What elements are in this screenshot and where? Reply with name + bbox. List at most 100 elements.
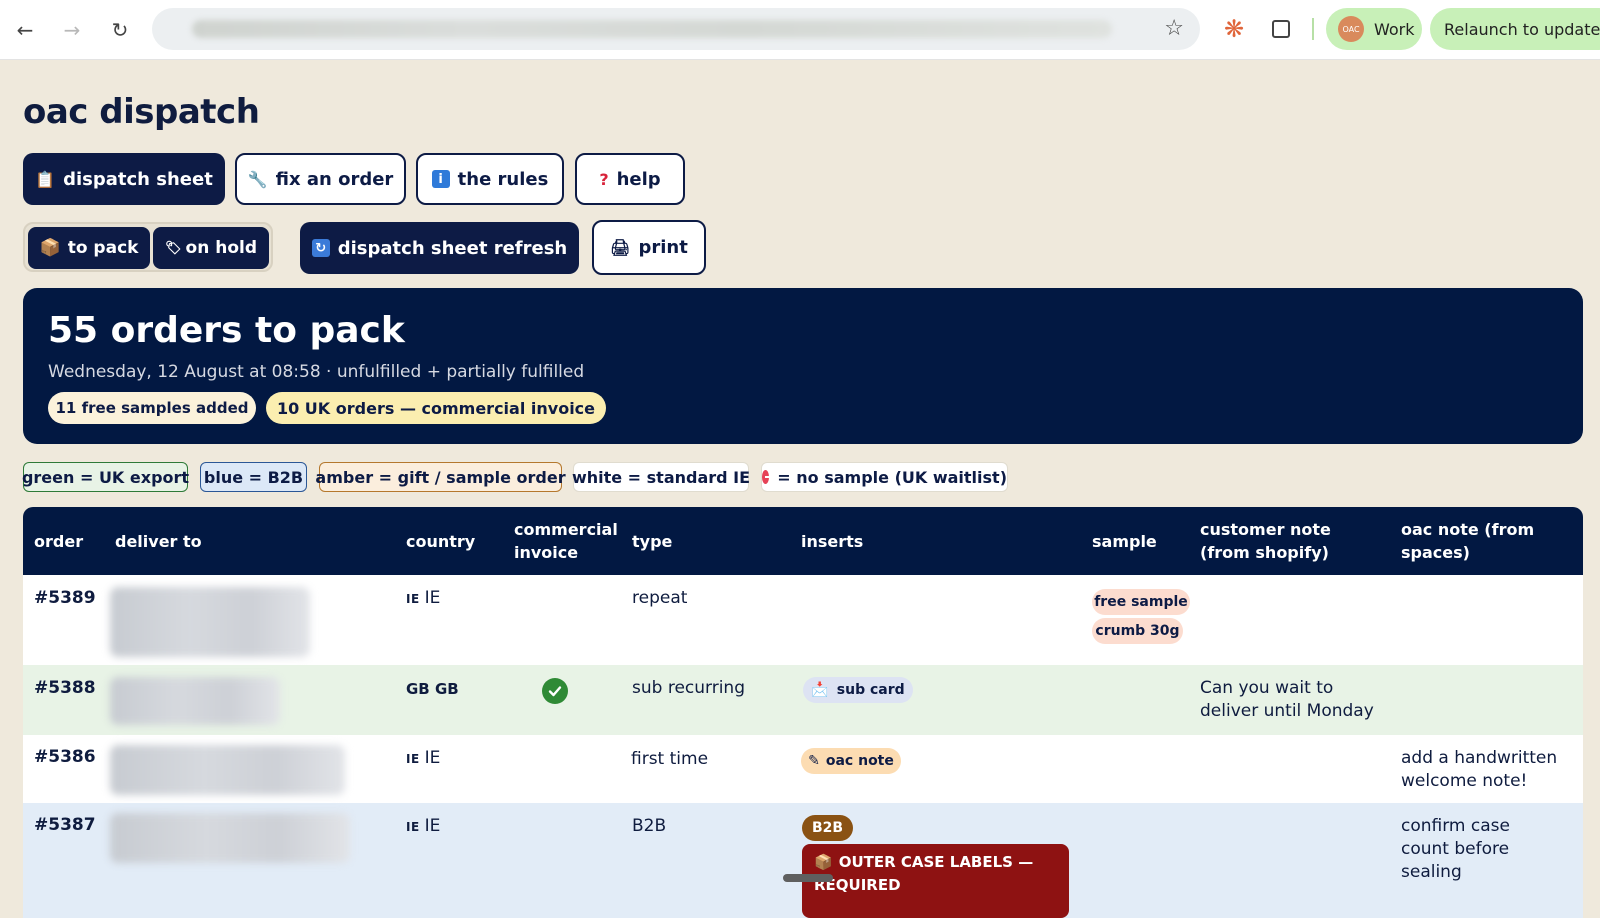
dispatch-sheet-button[interactable]: 📋 dispatch sheet — [23, 153, 225, 205]
col-sample[interactable]: sample — [1092, 507, 1157, 575]
insert-label: oac note — [825, 753, 894, 769]
col-country[interactable]: country — [406, 507, 475, 575]
profile-avatar: OAC — [1338, 16, 1364, 42]
clipboard-icon: 📋 — [35, 169, 56, 189]
profile-label: Work — [1374, 19, 1415, 39]
customer-note: Can you wait to deliver until Monday — [1200, 678, 1374, 721]
orders-count-heading: 55 orders to pack — [48, 310, 405, 351]
no-entry-icon — [762, 470, 774, 484]
print-button[interactable]: 🖨 print — [592, 220, 706, 275]
tag-icon: 🏷 — [165, 240, 182, 256]
col-oac-note[interactable]: oac note (from spaces) — [1401, 507, 1551, 575]
redacted-url — [192, 20, 1112, 38]
table-row[interactable]: #5388 GB GB sub recurring 📩 sub card Can … — [23, 665, 1583, 735]
relaunch-button[interactable]: Relaunch to update — [1430, 8, 1600, 50]
country-code: IE — [424, 748, 441, 768]
page-title: oac dispatch — [23, 92, 260, 132]
pen-icon: ✎ — [808, 753, 820, 769]
legend-white: white = standard IE — [572, 462, 750, 492]
col-inserts[interactable]: inserts — [801, 507, 863, 575]
package-icon: 📦 — [814, 853, 833, 871]
warning-text: OUTER CASE LABELS — REQUIRED — [814, 853, 1034, 894]
extensions-puzzle-icon[interactable] — [1266, 14, 1296, 44]
address-bar[interactable]: ☆ — [152, 8, 1200, 50]
flag-icon: IE — [406, 820, 420, 834]
forward-arrow-icon[interactable]: → — [56, 14, 88, 46]
legend-amber: amber = gift / sample order — [315, 462, 566, 492]
back-arrow-icon[interactable]: ← — [9, 14, 41, 46]
claude-extension-icon[interactable]: ❋ — [1219, 14, 1249, 44]
fix-an-order-button[interactable]: 🔧 fix an order — [235, 153, 406, 205]
redacted-address — [110, 745, 345, 795]
country-cell: IE IE — [406, 747, 440, 771]
oac-note: add a handwritten welcome note! — [1401, 748, 1558, 791]
free-samples-pill: 11 free samples added — [48, 392, 256, 424]
uk-orders-pill: 10 UK orders — commercial invoice — [266, 392, 606, 424]
insert-tag: 📩 sub card — [803, 677, 913, 703]
b2b-badge: B2B — [802, 815, 853, 841]
country-cell: IE IE — [406, 815, 440, 839]
envelope-icon: 📩 — [811, 682, 829, 698]
refresh-label: dispatch sheet refresh — [337, 237, 568, 259]
order-number[interactable]: #5386 — [34, 746, 96, 769]
redacted-address — [110, 677, 280, 725]
legend-blue: blue = B2B — [200, 462, 307, 492]
summary-banner: 55 orders to pack Wednesday, 12 August a… — [23, 288, 1583, 444]
browser-toolbar: ← → ↻ ☆ ❋ OAC Work Relaunch to update — [0, 0, 1600, 60]
to-pack-toggle[interactable]: 📦 to pack — [28, 227, 150, 269]
country-code: IE — [424, 588, 441, 608]
wrench-icon: 🔧 — [247, 169, 268, 189]
col-type[interactable]: type — [632, 507, 672, 575]
legend-no-sample-label: = no sample (UK waitlist) — [777, 467, 1007, 487]
reload-icon[interactable]: ↻ — [104, 14, 136, 46]
printer-icon: 🖨 — [610, 238, 631, 257]
info-icon: i — [431, 170, 450, 188]
table-row[interactable]: #5389 IE IE repeat free sample crumb 30g — [23, 575, 1583, 665]
table-row[interactable]: #5386 IE IE first time ✎ oac note add a ha… — [23, 735, 1583, 803]
country-cell: GB GB — [406, 680, 459, 698]
on-hold-toggle[interactable]: 🏷 on hold — [153, 227, 269, 269]
package-icon: 📦 — [39, 238, 61, 258]
insert-label: sub card — [836, 682, 905, 698]
order-number[interactable]: #5388 — [34, 677, 96, 700]
outer-case-labels-warning: 📦 OUTER CASE LABELS — REQUIRED — [802, 844, 1069, 918]
order-number[interactable]: #5387 — [34, 814, 96, 837]
dispatch-sheet-label: dispatch sheet — [63, 168, 213, 190]
flag-icon: IE — [406, 592, 420, 606]
profile-button[interactable]: OAC Work — [1326, 8, 1422, 50]
col-commercial-invoice[interactable]: commercial invoice — [514, 507, 624, 575]
country-cell: IE IE — [406, 587, 440, 611]
col-customer-note[interactable]: customer note (from shopify) — [1200, 507, 1385, 575]
the-rules-label: the rules — [457, 168, 549, 190]
sample-tag: free sample — [1092, 589, 1190, 615]
flag-icon: IE — [406, 752, 420, 766]
order-number[interactable]: #5389 — [34, 587, 96, 610]
help-button[interactable]: ? help — [575, 153, 685, 205]
table-header: order deliver to country commercial invo… — [23, 507, 1583, 575]
sample-tag: crumb 30g — [1092, 618, 1183, 644]
help-label: help — [616, 168, 661, 190]
legend-no-sample: = no sample (UK waitlist) — [761, 462, 1008, 492]
type-cell: sub recurring — [632, 678, 745, 698]
col-order[interactable]: order — [34, 507, 83, 575]
orders-table: order deliver to country commercial invo… — [23, 507, 1583, 918]
type-cell: repeat — [632, 588, 688, 608]
on-hold-label: on hold — [185, 238, 257, 258]
oac-note: confirm case count before sealing — [1401, 816, 1510, 882]
dispatch-sheet-refresh-button[interactable]: ↻ dispatch sheet refresh — [300, 222, 579, 274]
redacted-address — [110, 813, 350, 863]
checkmark-icon — [542, 678, 568, 704]
legend-green: green = UK export — [22, 462, 189, 492]
toolbar-divider — [1312, 18, 1314, 40]
horizontal-scroll-indicator[interactable] — [783, 874, 833, 882]
fix-an-order-label: fix an order — [275, 168, 394, 190]
bookmark-star-icon[interactable]: ☆ — [1164, 16, 1184, 41]
col-deliver-to[interactable]: deliver to — [115, 507, 202, 575]
country-code: IE — [424, 816, 441, 836]
the-rules-button[interactable]: i the rules — [416, 153, 564, 205]
type-cell: first time — [631, 749, 709, 769]
banner-subtitle: Wednesday, 12 August at 08:58 · unfulfil… — [48, 362, 585, 382]
question-mark-icon: ? — [599, 169, 609, 189]
to-pack-label: to pack — [67, 238, 139, 258]
redacted-address — [110, 587, 310, 657]
